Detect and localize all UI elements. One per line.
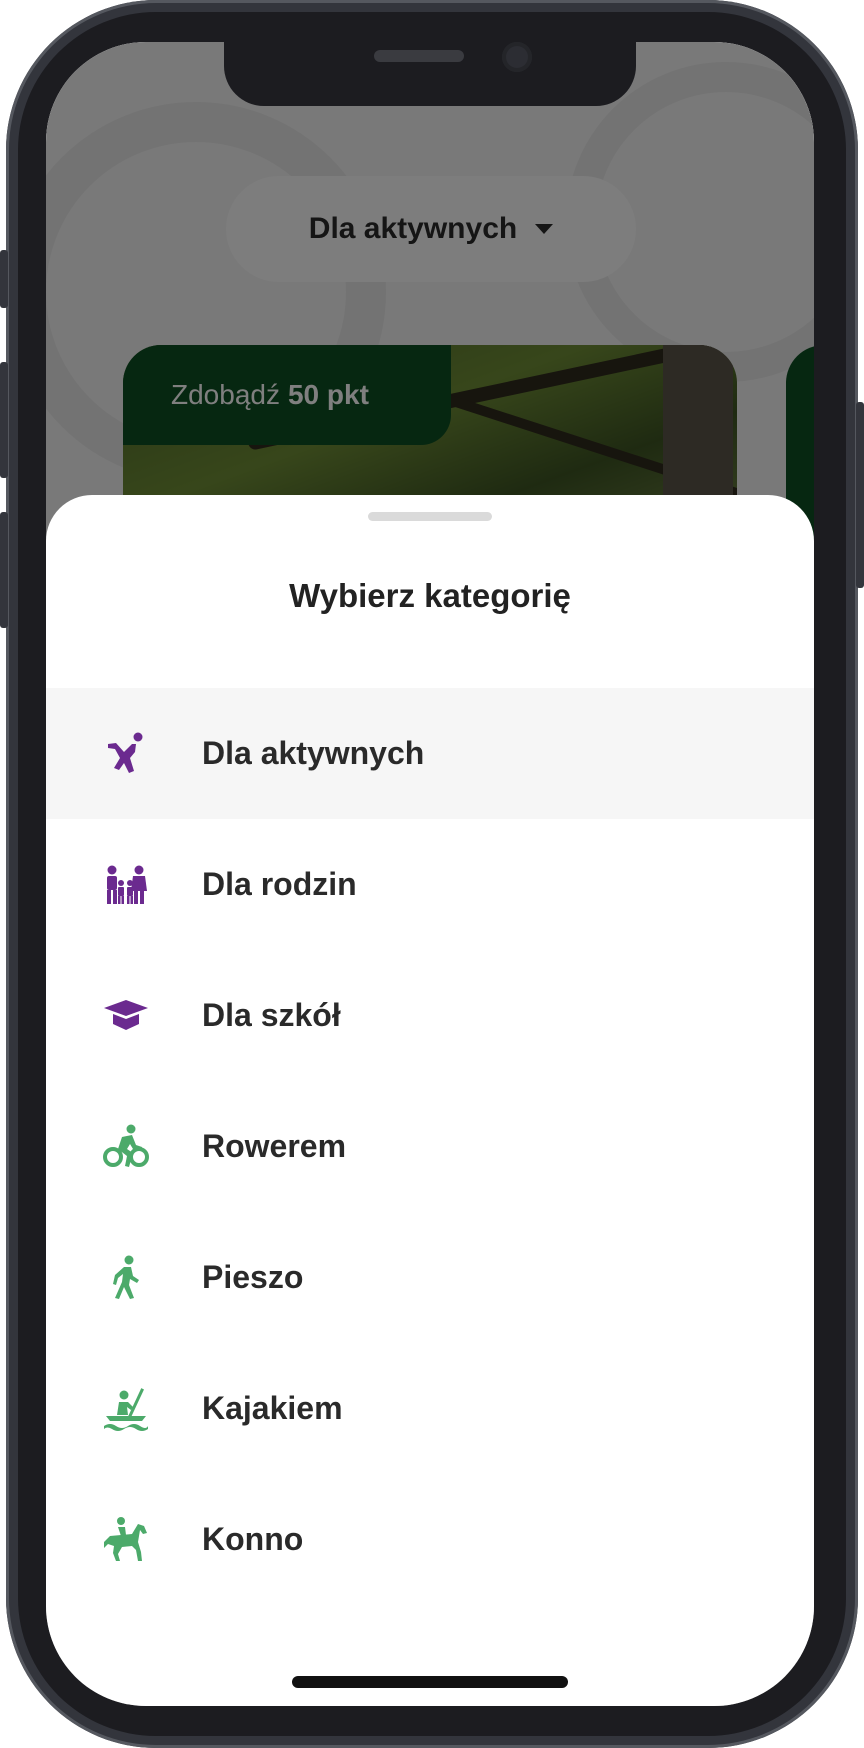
category-label: Konno — [202, 1521, 304, 1557]
category-label: Kajakiem — [202, 1390, 343, 1426]
horse-riding-icon — [102, 1516, 150, 1564]
graduation-cap-icon — [102, 992, 150, 1040]
category-item-dla-aktywnych[interactable]: Dla aktywnych — [46, 688, 814, 819]
category-list: Dla aktywnych Dla rodzin Dla szkół Rower… — [46, 688, 814, 1605]
family-icon — [102, 861, 150, 909]
category-label: Dla szkół — [202, 997, 341, 1033]
category-item-rowerem[interactable]: Rowerem — [46, 1081, 814, 1212]
kayak-icon — [102, 1385, 150, 1433]
power-button — [856, 402, 864, 588]
category-item-pieszo[interactable]: Pieszo — [46, 1212, 814, 1343]
volume-up-button — [0, 362, 8, 478]
category-bottom-sheet: Wybierz kategorię Dla aktywnych Dla rodz… — [46, 495, 814, 1706]
category-label: Rowerem — [202, 1128, 347, 1164]
speaker — [374, 50, 464, 62]
notch — [224, 42, 636, 106]
home-indicator[interactable] — [292, 1676, 568, 1688]
walking-icon — [102, 1254, 150, 1302]
active-person-icon — [102, 730, 150, 778]
category-item-kajakiem[interactable]: Kajakiem — [46, 1343, 814, 1474]
category-item-dla-rodzin[interactable]: Dla rodzin — [46, 819, 814, 950]
category-label: Pieszo — [202, 1259, 304, 1295]
category-item-dla-szkol[interactable]: Dla szkół — [46, 950, 814, 1081]
category-label: Dla rodzin — [202, 866, 357, 902]
category-item-konno[interactable]: Konno — [46, 1474, 814, 1605]
category-label: Dla aktywnych — [202, 735, 425, 771]
mute-switch — [0, 250, 8, 308]
sheet-title: Wybierz kategorię — [289, 577, 571, 614]
bicycle-icon — [102, 1123, 150, 1171]
phone-screen: Dla aktywnych Zdobądź 50 pkt Wybierz kat… — [46, 42, 814, 1706]
sheet-grabber[interactable] — [368, 512, 492, 521]
front-camera — [502, 42, 532, 72]
volume-down-button — [0, 512, 8, 628]
